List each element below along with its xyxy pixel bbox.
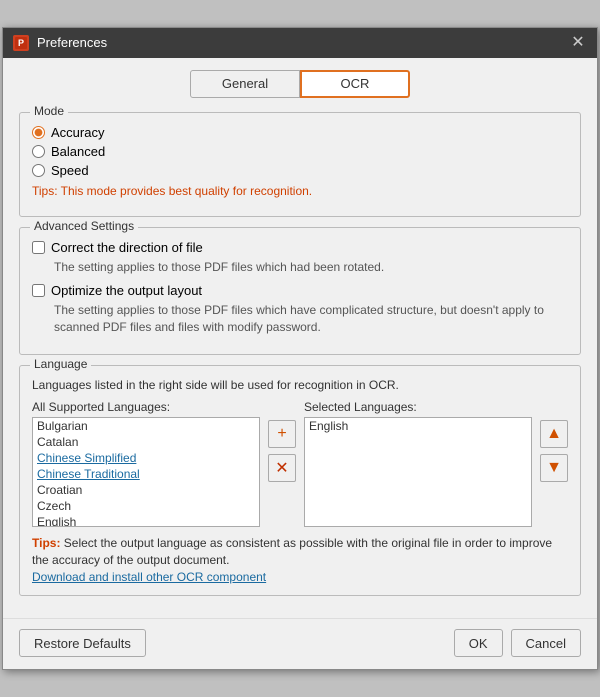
cancel-button[interactable]: Cancel [511, 629, 581, 657]
tips-text: Select the output language as consistent… [32, 536, 552, 567]
main-content: General OCR Mode Accuracy Balanced Speed [3, 58, 597, 619]
bottom-right-buttons: OK Cancel [454, 629, 581, 657]
tips-label: Tips: [32, 536, 60, 550]
lang-updown-buttons: ▲ ▼ [540, 400, 568, 482]
selected-lang-english[interactable]: English [305, 418, 531, 434]
optimize-layout-checkbox[interactable]: Optimize the output layout [32, 283, 568, 298]
lang-czech[interactable]: Czech [33, 498, 259, 514]
mode-section: Mode Accuracy Balanced Speed Tips: This … [19, 112, 581, 217]
tab-ocr[interactable]: OCR [300, 70, 410, 98]
remove-language-button[interactable]: ✕ [268, 454, 296, 482]
lang-catalan[interactable]: Catalan [33, 434, 259, 450]
lang-chinese-traditional[interactable]: Chinese Traditional [33, 466, 259, 482]
mode-radio-group: Accuracy Balanced Speed [32, 125, 568, 178]
mode-section-label: Mode [30, 104, 68, 118]
lang-croatian[interactable]: Croatian [33, 482, 259, 498]
language-description: Languages listed in the right side will … [32, 378, 568, 392]
mode-tips: Tips: This mode provides best quality fo… [32, 184, 568, 198]
correct-direction-checkbox[interactable]: Correct the direction of file [32, 240, 568, 255]
title-bar: P Preferences ✕ [3, 28, 597, 58]
app-icon: P [13, 35, 29, 51]
lang-chinese-simplified[interactable]: Chinese Simplified [33, 450, 259, 466]
ok-button[interactable]: OK [454, 629, 503, 657]
all-languages-label: All Supported Languages: [32, 400, 260, 414]
selected-languages-label: Selected Languages: [304, 400, 532, 414]
correct-direction-input[interactable] [32, 241, 45, 254]
correct-direction-subtext: The setting applies to those PDF files w… [54, 259, 568, 276]
advanced-section-label: Advanced Settings [30, 219, 138, 233]
close-button[interactable]: ✕ [569, 34, 587, 52]
language-section: Language Languages listed in the right s… [19, 365, 581, 596]
mode-speed-radio[interactable] [32, 164, 45, 177]
all-languages-col: All Supported Languages: Bulgarian Catal… [32, 400, 260, 527]
preferences-window: P Preferences ✕ General OCR Mode Accurac… [2, 27, 598, 671]
correct-direction-label: Correct the direction of file [51, 240, 203, 255]
window-title: Preferences [37, 35, 569, 50]
tab-bar: General OCR [19, 70, 581, 98]
mode-balanced[interactable]: Balanced [32, 144, 568, 159]
mode-balanced-radio[interactable] [32, 145, 45, 158]
optimize-layout-input[interactable] [32, 284, 45, 297]
lang-english[interactable]: English [33, 514, 259, 527]
mode-speed[interactable]: Speed [32, 163, 568, 178]
move-language-down-button[interactable]: ▼ [540, 454, 568, 482]
language-tips: Tips: Select the output language as cons… [32, 535, 568, 585]
optimize-layout-label: Optimize the output layout [51, 283, 202, 298]
mode-accuracy-label: Accuracy [51, 125, 104, 140]
mode-balanced-label: Balanced [51, 144, 105, 159]
lang-bulgarian[interactable]: Bulgarian [33, 418, 259, 434]
all-languages-listbox[interactable]: Bulgarian Catalan Chinese Simplified Chi… [32, 417, 260, 527]
mode-speed-label: Speed [51, 163, 89, 178]
lang-add-remove-buttons: + ✕ [268, 400, 296, 482]
selected-languages-listbox[interactable]: English [304, 417, 532, 527]
bottom-bar: Restore Defaults OK Cancel [3, 618, 597, 669]
mode-accuracy-radio[interactable] [32, 126, 45, 139]
advanced-settings-section: Advanced Settings Correct the direction … [19, 227, 581, 355]
selected-languages-col: Selected Languages: English [304, 400, 532, 527]
restore-defaults-button[interactable]: Restore Defaults [19, 629, 146, 657]
mode-accuracy[interactable]: Accuracy [32, 125, 568, 140]
add-language-button[interactable]: + [268, 420, 296, 448]
download-ocr-link[interactable]: Download and install other OCR component [32, 570, 266, 584]
tab-general[interactable]: General [190, 70, 300, 98]
language-section-label: Language [30, 357, 91, 371]
optimize-layout-subtext: The setting applies to those PDF files w… [54, 302, 568, 336]
language-columns: All Supported Languages: Bulgarian Catal… [32, 400, 568, 527]
svg-text:P: P [18, 38, 24, 48]
move-language-up-button[interactable]: ▲ [540, 420, 568, 448]
